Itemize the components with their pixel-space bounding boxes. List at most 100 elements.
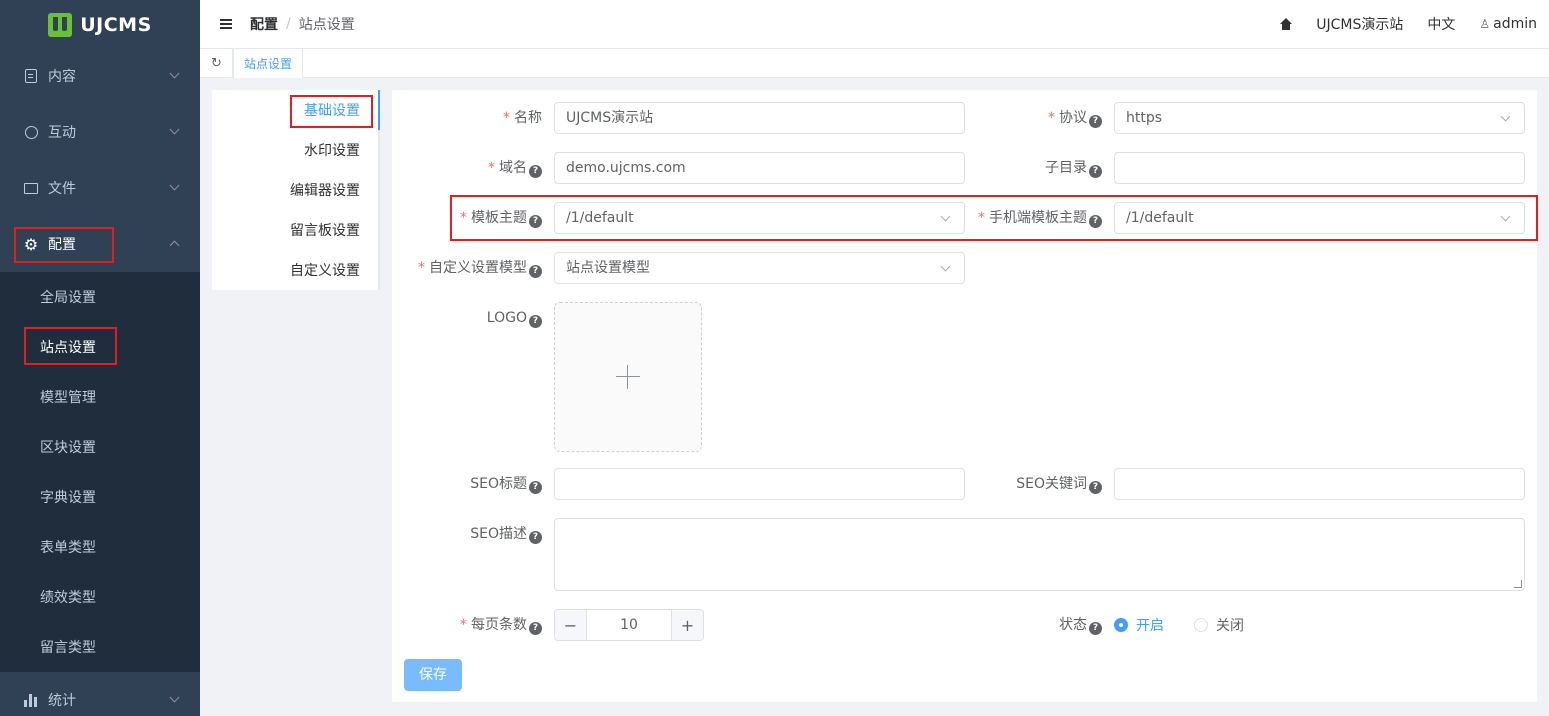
sub-label: 全局设置 [40,290,96,306]
sidebar-item-global-settings[interactable]: 全局设置 [0,272,200,322]
site-name-link[interactable]: UJCMS演示站 [1316,14,1403,34]
active-indicator [378,90,380,130]
status-label: 状态? [1059,609,1102,641]
plus-icon [616,365,640,389]
refresh-icon[interactable]: ↻ [201,49,233,78]
custom-model-select[interactable]: 站点设置模型 [554,252,965,284]
menu-item-interaction[interactable]: 互动 [0,104,200,160]
menu-item-content[interactable]: 内容 [0,48,200,104]
protocol-select[interactable]: https [1114,102,1525,134]
settings-tab-editor[interactable]: 编辑器设置 [290,170,360,210]
domain-input[interactable]: demo.ujcms.com [554,152,965,184]
user-icon: ♙ [1479,17,1491,31]
hamburger-icon[interactable] [220,19,232,29]
sidebar-item-model-management[interactable]: 模型管理 [0,372,200,422]
increment-button[interactable]: + [671,610,703,640]
sub-label: 留言类型 [40,640,96,656]
sidebar: UJCMS 内容 互动 文件 ⚙ 配置 全局设置 站点设置 模型管理 区块设置 … [0,0,200,716]
logo-icon [48,13,73,37]
breadcrumb-separator: / [286,16,291,32]
logo-text: UJCMS [80,14,152,36]
settings-tab-message-board[interactable]: 留言板设置 [290,210,360,250]
name-input[interactable]: UJCMS演示站 [554,102,965,134]
seo-title-input[interactable] [554,468,965,500]
theme-select[interactable]: /1/default [554,202,965,234]
logo[interactable]: UJCMS [0,0,200,50]
tab-site-settings[interactable]: 站点设置 [233,49,304,78]
form-panel: * 名称 UJCMS演示站 * 协议? https * 域名? demo.ujcms.… [392,90,1537,702]
save-button[interactable]: 保存 [404,659,462,691]
chevron-down-icon [1500,211,1511,222]
name-label: * 名称 [503,110,542,126]
breadcrumb-parent[interactable]: 配置 [250,14,278,34]
settings-tab-watermark[interactable]: 水印设置 [304,130,360,170]
document-icon [24,69,38,83]
seo-keywords-label: SEO关键词? [1016,468,1102,500]
menu-item-files[interactable]: 文件 [0,160,200,216]
sub-label: 模型管理 [40,390,96,406]
chevron-down-icon [169,124,180,135]
chevron-down-icon [1500,111,1511,122]
sidebar-item-performance-types[interactable]: 绩效类型 [0,572,200,622]
resize-handle[interactable] [1514,580,1522,588]
menu-label: 互动 [48,125,76,141]
language-switch[interactable]: 中文 [1427,14,1455,34]
mobile-theme-select[interactable]: /1/default [1114,202,1525,234]
menu-item-config[interactable]: ⚙ 配置 [0,216,200,272]
domain-label: * 域名? [488,152,542,184]
tags-bar: ↻ 站点设置 [200,48,1549,78]
sub-label: 绩效类型 [40,590,96,606]
help-icon: ? [529,265,542,278]
chevron-up-icon [169,240,180,251]
home-icon[interactable] [1280,18,1293,30]
menu-label: 配置 [48,237,76,253]
theme-label: * 模板主题? [460,202,542,234]
help-icon: ? [529,622,542,635]
logo-upload[interactable] [554,302,702,452]
subdir-input[interactable] [1114,152,1525,184]
settings-tab-custom[interactable]: 自定义设置 [290,250,360,290]
status-on-radio[interactable]: 开启 [1114,609,1164,641]
menu-label: 文件 [48,181,76,197]
sidebar-item-block-settings[interactable]: 区块设置 [0,422,200,472]
sub-label: 表单类型 [40,540,96,556]
page-size-stepper[interactable]: − 10 + [554,609,704,641]
sidebar-item-dictionary-settings[interactable]: 字典设置 [0,472,200,522]
chevron-down-icon [940,261,951,272]
menu-label: 统计 [48,693,76,709]
status-off-radio[interactable]: 关闭 [1194,609,1244,641]
protocol-label: * 协议? [1048,102,1102,134]
help-icon: ? [529,481,542,494]
sidebar-item-site-settings[interactable]: 站点设置 [0,322,200,372]
folder-icon [24,181,38,195]
sub-label: 站点设置 [40,340,96,356]
help-icon: ? [529,531,542,544]
sub-label: 区块设置 [40,440,96,456]
decrement-button[interactable]: − [555,610,587,640]
seo-title-label: SEO标题? [470,468,542,500]
chevron-down-icon [169,692,180,703]
help-icon: ? [1089,215,1102,228]
chevron-down-icon [169,68,180,79]
settings-nav: 基础设置 水印设置 编辑器设置 留言板设置 自定义设置 [212,90,380,290]
sidebar-item-form-types[interactable]: 表单类型 [0,522,200,572]
seo-desc-textarea[interactable] [554,518,1525,591]
help-icon: ? [1089,481,1102,494]
help-icon: ? [1089,115,1102,128]
radio-icon [1194,618,1208,632]
sidebar-item-message-types[interactable]: 留言类型 [0,622,200,672]
seo-desc-label: SEO描述? [470,518,542,550]
seo-keywords-input[interactable] [1114,468,1525,500]
page-size-value[interactable]: 10 [587,610,671,640]
help-icon: ? [529,315,542,328]
breadcrumb-current: 站点设置 [298,17,355,33]
user-name: admin [1493,16,1537,32]
bar-chart-icon [24,693,38,707]
menu-item-stats[interactable]: 统计 [0,672,200,716]
chevron-down-icon [940,211,951,222]
help-icon: ? [529,215,542,228]
settings-tab-basic[interactable]: 基础设置 [304,90,360,130]
user-menu[interactable]: ♙ admin [1479,16,1537,32]
subdir-label: 子目录? [1045,152,1102,184]
gear-icon: ⚙ [23,234,39,254]
